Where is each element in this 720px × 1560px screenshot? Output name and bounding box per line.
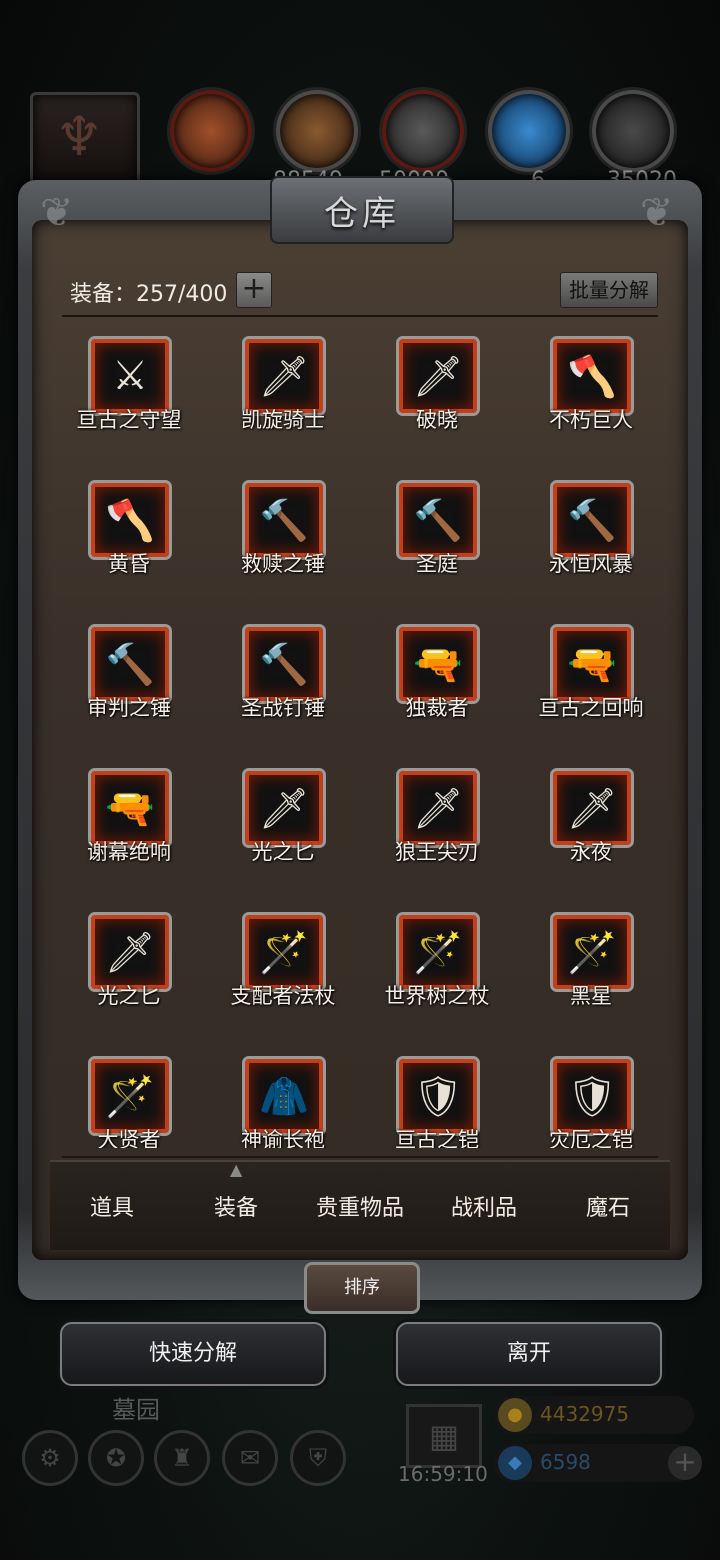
add-gems-button[interactable]: + — [668, 1446, 702, 1480]
item-name: 神谕长袍 — [241, 1128, 325, 1148]
category-tabs: 道具 ▲ 装备 贵重物品 战利品 魔石 — [50, 1160, 670, 1250]
equipment-count: 装备：257/400 — [70, 282, 228, 307]
panel-title: 仓库 — [270, 176, 454, 244]
gem-value: 6598 — [540, 1450, 591, 1474]
divider-bottom — [62, 1156, 658, 1158]
item-cell[interactable]: 🗡 永夜 — [514, 762, 668, 906]
item-cell[interactable]: 🛡 灾厄之铠 — [514, 1050, 668, 1148]
stone-icon[interactable] — [592, 90, 674, 172]
item-cell[interactable]: 🛡 亘古之铠 — [360, 1050, 514, 1148]
item-name: 支配者法杖 — [230, 984, 336, 1008]
item-cell[interactable]: 🗡 破晓 — [360, 330, 514, 474]
item-name: 光之匕 — [251, 840, 315, 864]
item-name: 世界树之杖 — [384, 984, 490, 1008]
item-name: 黑星 — [570, 984, 612, 1008]
ornament-right: ❦ — [640, 190, 674, 236]
item-cell[interactable]: 🧥 神谕长袍 — [206, 1050, 360, 1148]
sort-button[interactable]: 排序 — [304, 1262, 420, 1314]
item-name: 圣庭 — [416, 552, 458, 576]
mail-icon[interactable]: ✉ — [222, 1430, 278, 1486]
iron-icon[interactable] — [382, 90, 464, 172]
tab-magic-stones[interactable]: 魔石 — [546, 1190, 670, 1222]
gold-coin-icon: ● — [498, 1398, 532, 1432]
item-cell[interactable]: 🪓 黄昏 — [52, 474, 206, 618]
item-name: 凯旋骑士 — [241, 408, 325, 432]
gift-icon[interactable]: ▦ — [406, 1404, 482, 1468]
item-name: 永恒风暴 — [549, 552, 633, 576]
tab-equipment[interactable]: ▲ 装备 — [174, 1160, 298, 1222]
item-name: 大贤者 — [97, 1128, 161, 1148]
settings-icon[interactable]: ⚙ — [22, 1430, 78, 1486]
item-name: 狼王尖刃 — [395, 840, 479, 864]
item-cell[interactable]: 🗡 光之匕 — [206, 762, 360, 906]
shield-icon[interactable]: ⛨ — [290, 1430, 346, 1486]
item-cell[interactable]: 🔨 救赎之锤 — [206, 474, 360, 618]
item-cell[interactable]: 🗡 光之匕 — [52, 906, 206, 1050]
item-name: 圣战钉锤 — [241, 696, 325, 720]
item-name: 独裁者 — [405, 696, 469, 720]
demon-icon: ♆ — [55, 105, 104, 168]
gold-value: 4432975 — [540, 1402, 630, 1426]
item-name: 亘古之守望 — [76, 408, 182, 432]
tab-items[interactable]: 道具 — [50, 1190, 174, 1222]
item-cell[interactable]: ⚔ 亘古之守望 — [52, 330, 206, 474]
item-cell[interactable]: 🔫 谢幕绝响 — [52, 762, 206, 906]
location-label: 墓园 — [112, 1396, 160, 1424]
ore-icon[interactable] — [170, 90, 252, 172]
bulk-dismantle-button[interactable]: 批量分解 — [560, 272, 658, 308]
item-cell[interactable]: 🔫 独裁者 — [360, 618, 514, 762]
item-cell[interactable]: 🪄 黑星 — [514, 906, 668, 1050]
tab-valuables[interactable]: 贵重物品 — [298, 1190, 422, 1222]
wood-icon[interactable] — [276, 90, 358, 172]
item-cell[interactable]: 🪓 不朽巨人 — [514, 330, 668, 474]
expand-capacity-button[interactable]: + — [236, 272, 272, 308]
item-cell[interactable]: 🔨 圣战钉锤 — [206, 618, 360, 762]
item-name: 亘古之回响 — [538, 696, 644, 720]
divider-top — [62, 315, 658, 317]
item-cell[interactable]: 🪄 世界树之杖 — [360, 906, 514, 1050]
item-name: 不朽巨人 — [549, 408, 633, 432]
castle-icon[interactable]: ♜ — [154, 1430, 210, 1486]
gem-counter: ◆ 6598 — [494, 1444, 694, 1482]
tab-label: 装备 — [213, 1196, 258, 1221]
equipment-count-row: 装备：257/400 + 批量分解 — [70, 268, 660, 314]
crystal-icon[interactable] — [488, 90, 570, 172]
item-cell[interactable]: 🔨 圣庭 — [360, 474, 514, 618]
leave-button[interactable]: 离开 — [396, 1322, 662, 1386]
gold-counter: ● 4432975 — [494, 1396, 694, 1434]
item-cell[interactable]: 🪄 支配者法杖 — [206, 906, 360, 1050]
item-cell[interactable]: 🗡 狼王尖刃 — [360, 762, 514, 906]
item-name: 破晓 — [416, 408, 458, 432]
item-name: 黄昏 — [108, 552, 150, 576]
item-cell[interactable]: 🗡 凯旋骑士 — [206, 330, 360, 474]
tab-loot[interactable]: 战利品 — [422, 1190, 546, 1222]
item-name: 谢幕绝响 — [87, 840, 171, 864]
timer: 16:59:10 — [398, 1462, 488, 1486]
item-name: 永夜 — [570, 840, 612, 864]
ornament-left: ❦ — [40, 190, 74, 236]
item-cell[interactable]: 🔫 亘古之回响 — [514, 618, 668, 762]
item-grid[interactable]: ⚔ 亘古之守望 🗡 凯旋骑士 🗡 破晓 🪓 不朽巨人 🪓 黄昏 🔨 救赎之锤 🔨 圣庭 🔨 永恒… — [52, 330, 668, 1148]
item-cell[interactable]: 🪄 大贤者 — [52, 1050, 206, 1148]
item-cell[interactable]: 🔨 审判之锤 — [52, 618, 206, 762]
item-name: 光之匕 — [97, 984, 161, 1008]
item-name: 审判之锤 — [87, 696, 171, 720]
gem-icon: ◆ — [498, 1446, 532, 1480]
badge-icon[interactable]: ✪ — [88, 1430, 144, 1486]
item-name: 灾厄之铠 — [549, 1128, 633, 1148]
item-cell[interactable]: 🔨 永恒风暴 — [514, 474, 668, 618]
quick-dismantle-button[interactable]: 快速分解 — [60, 1322, 326, 1386]
hero-portrait[interactable]: ♆ — [30, 92, 140, 194]
item-name: 亘古之铠 — [395, 1128, 479, 1148]
active-tab-marker-icon: ▲ — [230, 1160, 243, 1179]
item-name: 救赎之锤 — [241, 552, 325, 576]
